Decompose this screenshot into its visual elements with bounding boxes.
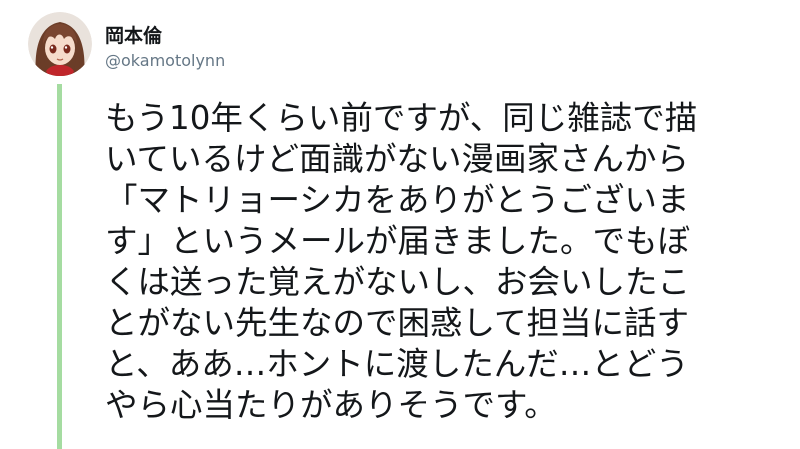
avatar[interactable] xyxy=(28,12,92,76)
tweet-body-line: す」というメールが届きました。でもぼ xyxy=(105,222,691,260)
tweet-body-line: もう10年くらい前ですが、同じ雑誌で描 xyxy=(105,99,698,137)
author-name[interactable]: 岡本倫 xyxy=(105,21,162,48)
avatar-illustration xyxy=(28,12,92,76)
tweet-body-line: と、ああ…ホントに渡したんだ…とどう xyxy=(105,345,689,383)
author-handle[interactable]: @okamotolynn xyxy=(105,51,225,70)
tweet-body-line: とがない先生なので困惑して担当に話す xyxy=(105,304,690,342)
tweet-body-line: やら心当たりがありそうです。 xyxy=(105,386,557,424)
tweet-body-line: くは送った覚えがないし、お会いしたこ xyxy=(105,263,691,301)
tweet-card: 岡本倫 @okamotolynn もう10年くらい前ですが、同じ雑誌で描 いてい… xyxy=(0,0,800,449)
tweet-body-line: 「マトリョーシカをありがとうございま xyxy=(105,181,690,219)
thread-connector-line xyxy=(57,84,62,449)
tweet-body: もう10年くらい前ですが、同じ雑誌で描 いているけど面識がない漫画家さんから 「… xyxy=(105,98,795,426)
tweet-body-line: いているけど面識がない漫画家さんから xyxy=(105,140,690,178)
